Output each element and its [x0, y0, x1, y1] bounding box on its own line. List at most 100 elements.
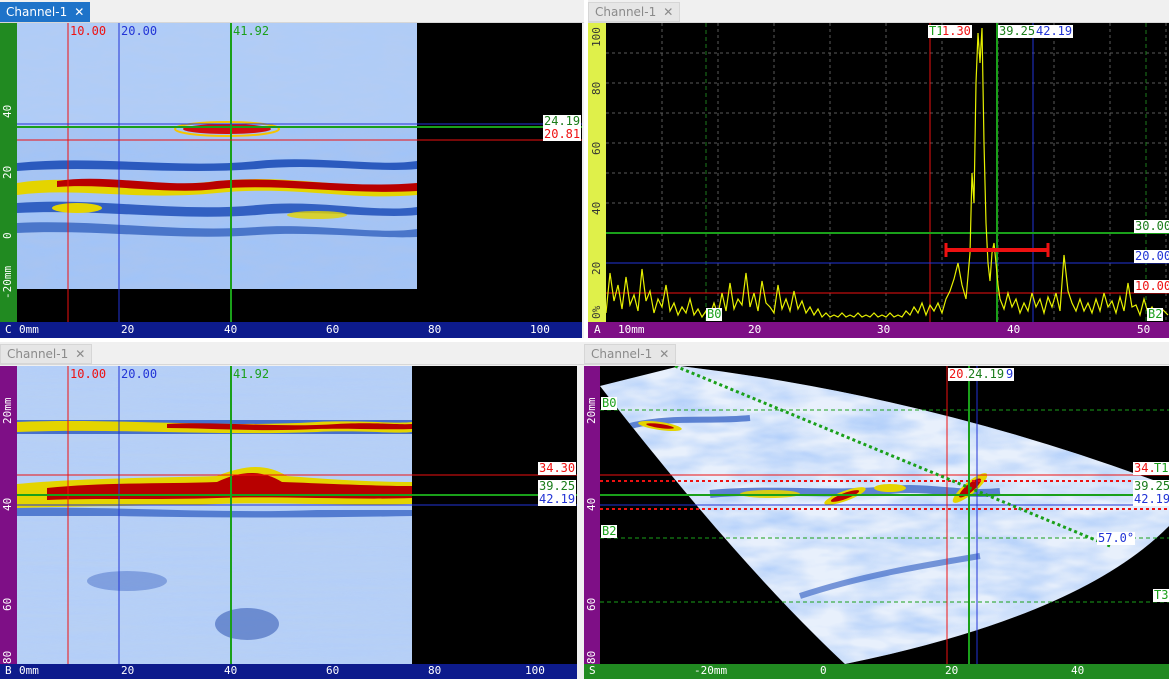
b-scan-panel: Channel-1 ✕ 20mm 40 60 80 10.00 20.00 41…: [0, 342, 584, 679]
view-letter: C: [5, 323, 12, 336]
ref-cursor-label-right: 34.30: [538, 461, 577, 475]
a-scan-panel: Channel-1 ✕ 100 80 60 40 20 0% T1 1.30 3…: [588, 0, 1169, 338]
vtick-label: 0: [1, 232, 14, 239]
data-cursor-label: 39.25: [998, 24, 1037, 38]
ref-cursor-label: 10.00: [70, 367, 107, 381]
ref-cursor-label: 1.30: [941, 24, 972, 38]
tab-channel-1-sscan[interactable]: Channel-1 ✕: [584, 344, 677, 364]
vtick-label: 80: [1, 650, 14, 664]
close-icon[interactable]: ✕: [659, 348, 669, 360]
c-scan-tabbar: Channel-1 ✕: [0, 0, 584, 23]
gate-label-b2: B2: [601, 524, 618, 538]
vtick-label: -20mm: [1, 265, 14, 299]
tab-channel-1-cscan[interactable]: Channel-1 ✕: [0, 2, 91, 22]
vtick-label: 20mm: [585, 397, 598, 425]
vtick-label: 40: [585, 497, 598, 511]
tab-label: Channel-1: [595, 5, 657, 19]
data-cursor-label: 24.19: [967, 367, 1006, 381]
htick-label: 10mm: [618, 323, 645, 336]
tab-label: Channel-1: [7, 347, 69, 361]
vtick-label: 20mm: [1, 397, 14, 425]
b-scan-tabbar: Channel-1 ✕: [0, 342, 584, 365]
vtick-label: 80: [590, 81, 603, 95]
htick-label: 60: [326, 323, 340, 336]
vtick-label: 40: [590, 201, 603, 215]
htick-label: 20: [121, 664, 135, 677]
htick-label: 40: [224, 323, 238, 336]
vtick-label: 0%: [590, 305, 603, 319]
tab-label: Channel-1: [591, 347, 653, 361]
s-scan-panel: Channel-1 ✕ 20mm 40 60 80 20. 24.19 9 B0…: [584, 342, 1169, 679]
htick-label: 0: [820, 664, 827, 677]
a-scan-tabbar: Channel-1 ✕: [588, 0, 1169, 23]
tab-label: Channel-1: [6, 5, 68, 19]
ref-cursor-label-right: 20.81: [543, 127, 582, 141]
s-scan-sector: [600, 366, 1169, 664]
ref-cursor-label: 10.00: [70, 24, 107, 38]
htick-label: 100: [530, 323, 550, 336]
c-scan-panel: Channel-1 ✕ 40 20 0 -20mm 10.00 20.00 41…: [0, 0, 584, 338]
close-icon[interactable]: ✕: [74, 6, 84, 18]
gate-label-t3: T3: [1153, 588, 1169, 602]
view-letter: A: [594, 323, 601, 336]
htick-label: 100: [525, 664, 545, 677]
amp-cursor-label-30: 30.00: [1134, 220, 1169, 233]
s-scan-vertical-ruler[interactable]: 20mm 40 60 80: [584, 366, 600, 664]
data-cursor-label: 41.92: [233, 24, 270, 38]
meas-cursor-label-right: 42.19: [538, 492, 577, 506]
tab-channel-1-bscan[interactable]: Channel-1 ✕: [0, 344, 93, 364]
a-scan-vertical-ruler[interactable]: 100 80 60 40 20 0%: [588, 23, 606, 322]
htick-label: 30: [877, 323, 891, 336]
htick-label: 0mm: [19, 323, 39, 336]
b-scan-image[interactable]: 10.00 20.00 41.92 34.30 39.25 42.19: [17, 366, 577, 664]
htick-label: 80: [428, 323, 442, 336]
htick-label: 40: [1007, 323, 1021, 336]
s-scan-horizontal-ruler[interactable]: S -20mm 0 20 40: [584, 664, 1169, 679]
c-scan-horizontal-ruler[interactable]: C 0mm 20 40 60 80 100: [0, 322, 582, 338]
htick-label: 20: [121, 323, 135, 336]
meas-cursor-label: 20.00: [121, 24, 158, 38]
angle-label: 57.0°: [1097, 531, 1136, 545]
c-scan-image[interactable]: 10.00 20.00 41.92 24.19 20.81: [17, 23, 582, 322]
b-scan-horizontal-ruler[interactable]: B 0mm 20 40 60 80 100: [0, 664, 577, 679]
vtick-label: 60: [585, 597, 598, 611]
b-scan-vertical-ruler[interactable]: 20mm 40 60 80: [0, 366, 17, 664]
amp-cursor-label-10: 10.00: [1134, 280, 1169, 293]
a-scan-plot[interactable]: T1 1.30 39.25 42.19 B0 B2 30.00 20.00 10…: [606, 23, 1169, 322]
a-scan-horizontal-ruler[interactable]: A 10mm 20 30 40 50: [588, 322, 1169, 338]
view-letter: S: [589, 664, 596, 677]
meas-cursor-label: 42.19: [1035, 24, 1074, 38]
htick-label: 40: [224, 664, 238, 677]
vtick-label: 20: [590, 261, 603, 275]
close-icon[interactable]: ✕: [75, 348, 85, 360]
meas-cursor-label: 20.00: [121, 367, 158, 381]
vtick-label: 60: [1, 597, 14, 611]
htick-label: 60: [326, 664, 340, 677]
close-icon[interactable]: ✕: [663, 6, 673, 18]
vtick-label: 80: [585, 650, 598, 664]
htick-label: -20mm: [694, 664, 728, 677]
vtick-label: 100: [590, 27, 603, 47]
c-scan-plot: [17, 23, 582, 322]
a-scan-graph: [606, 23, 1169, 322]
htick-label: 0mm: [19, 664, 39, 677]
vtick-label: 40: [1, 104, 14, 118]
tab-channel-1-ascan[interactable]: Channel-1 ✕: [588, 2, 681, 22]
a-scan-grid: [606, 23, 1169, 322]
htick-label: 20: [945, 664, 959, 677]
vtick-label: 60: [590, 141, 603, 155]
vtick-label: 20: [1, 165, 14, 179]
htick-label: 20: [748, 323, 762, 336]
s-scan-image[interactable]: 20. 24.19 9 B0 B2 34. T1 39.25 42.19 57.…: [600, 366, 1169, 664]
gate-label-b0: B0: [601, 396, 618, 410]
htick-label: 50: [1137, 323, 1151, 336]
amp-cursor-label-20: 20.00: [1134, 250, 1169, 263]
view-letter: B: [5, 664, 12, 677]
c-scan-vertical-ruler[interactable]: 40 20 0 -20mm: [0, 23, 17, 322]
vtick-label: 40: [1, 497, 14, 511]
b-scan-plot: [17, 366, 577, 664]
s-scan-tabbar: Channel-1 ✕: [584, 342, 1169, 365]
gate-label-b2: B2: [1147, 307, 1164, 321]
data-cursor-label: 41.92: [233, 367, 270, 381]
gate-label-t1: T1: [1153, 461, 1169, 475]
